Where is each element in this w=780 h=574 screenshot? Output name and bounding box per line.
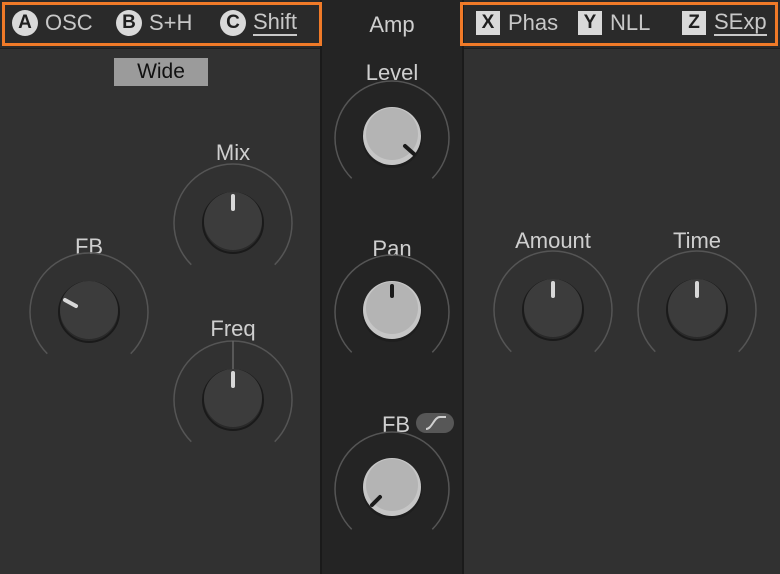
amount-knob[interactable] [493, 250, 613, 370]
left-tabs-highlight [2, 2, 322, 46]
fb-knob[interactable] [29, 252, 149, 372]
mix-knob[interactable] [173, 163, 293, 283]
amp-panel: Amp Level Pan FB [320, 0, 464, 574]
right-panel: X Phas Y NLL Z SExp Amount Time [464, 0, 780, 574]
level-knob[interactable] [334, 80, 450, 196]
freq-knob[interactable] [173, 340, 293, 460]
time-knob[interactable] [637, 250, 757, 370]
curve-icon [425, 416, 446, 430]
right-tabs-highlight [460, 2, 778, 46]
pan-knob[interactable] [334, 254, 450, 370]
curve-toggle[interactable] [416, 413, 454, 433]
freq-label: Freq [210, 316, 256, 341]
fb-amp-knob[interactable] [334, 431, 450, 547]
amp-title: Amp [369, 12, 415, 37]
left-panel: A OSC B S+H C Shift Wide Mix FB Freq [0, 0, 320, 574]
wide-button[interactable]: Wide [114, 58, 208, 86]
